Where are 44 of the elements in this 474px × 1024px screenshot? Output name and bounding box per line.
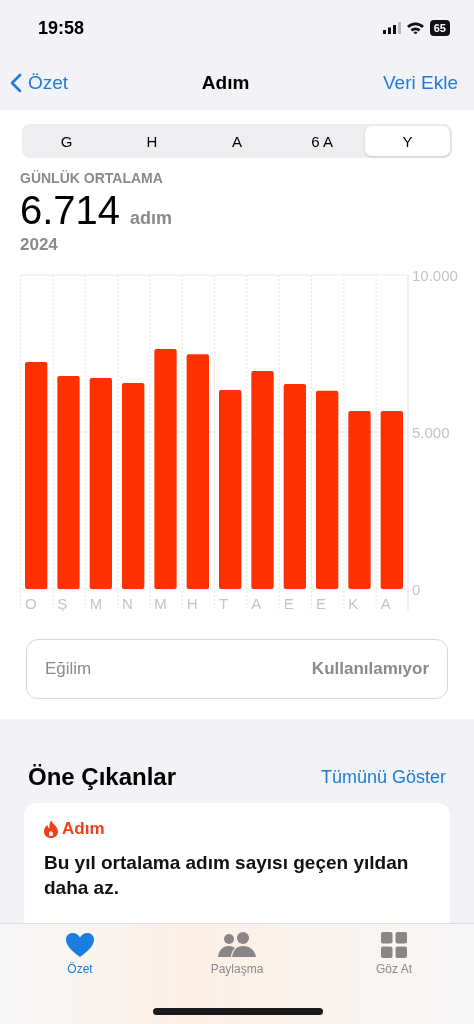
axis-label: 5.000 [412,424,450,441]
status-time: 19:58 [38,17,85,39]
average-value: 6.714 [20,188,121,233]
axis-label: 10.000 [412,267,458,284]
people-icon [218,932,256,958]
summary-caption: GÜNLÜK ORTALAMA [20,170,164,186]
highlight-text: Bu yıl ortalama adım sayısı geçen yıldan daha az. [44,851,410,900]
battery-level: 65 [429,20,450,36]
wifi-icon [406,22,424,34]
tab-bar-item[interactable]: Paylaşma [197,932,277,1024]
segment-tab[interactable]: A [194,126,280,156]
axis-label: E [283,595,294,611]
axis-label: O [25,595,37,611]
axis-label: T [219,595,229,611]
tab-bar-item[interactable]: Özet [40,932,120,1024]
segment-tab[interactable]: Y [364,126,450,156]
axis-label: K [348,595,359,611]
segment-tab[interactable]: G [24,126,110,156]
category-label: Adım [62,819,105,839]
axis-label: H [186,595,198,611]
flame-icon [44,820,58,838]
show-all-link[interactable]: Tümünü Göster [320,766,446,788]
signal-icon [382,22,401,34]
add-data-button[interactable]: Veri Ekle [383,72,458,94]
axis-label: A [251,595,262,611]
grid-icon [381,932,407,958]
section-title: Öne Çıkanlar [28,763,177,791]
nav-title: Adım [201,72,250,94]
chevron-left-icon [10,73,22,93]
trend-label: Eğilim [45,659,92,679]
trend-value: Kullanılamıyor [311,659,429,679]
axis-label: M [89,595,103,611]
unit-label: adım [130,208,173,229]
axis-label: 0 [412,581,421,598]
segment-tab[interactable]: 6 A [279,126,365,156]
back-button[interactable]: Özet [10,72,69,94]
axis-label: N [122,595,133,611]
axis-label: M [154,595,167,611]
period-label: 2024 [20,235,59,255]
segment-tab[interactable]: H [109,126,195,156]
axis-label: E [316,595,326,611]
tab-bar-item[interactable]: Göz At [354,932,434,1024]
heart-icon [65,932,95,958]
axis-label: A [380,595,391,611]
